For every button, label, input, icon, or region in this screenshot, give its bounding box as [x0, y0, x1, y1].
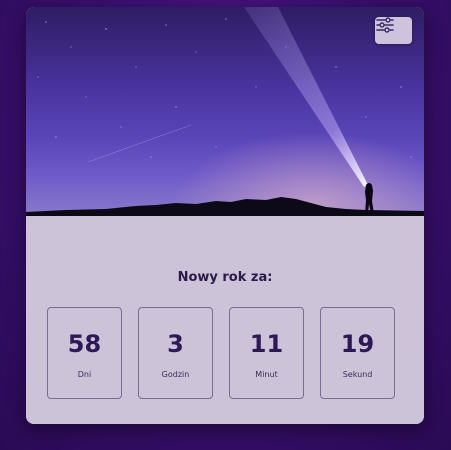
countdown-panel: Nowy rok za: 58 Dni 3 Godzin 11 Minut 19… [26, 216, 424, 424]
countdown-days: 58 Dni [47, 307, 122, 399]
hero-image [26, 7, 424, 216]
hours-value: 3 [167, 330, 184, 358]
countdown-seconds: 19 Sekund [320, 307, 395, 399]
days-label: Dni [77, 370, 92, 379]
night-sky-flashlight-image [26, 7, 424, 216]
countdown-minutes: 11 Minut [229, 307, 304, 399]
countdown-card: Nowy rok za: 58 Dni 3 Godzin 11 Minut 19… [26, 7, 424, 424]
settings-button[interactable] [375, 17, 412, 44]
countdown-hours: 3 Godzin [138, 307, 213, 399]
countdown-title: Nowy rok za: [177, 270, 273, 285]
minutes-value: 11 [249, 330, 284, 358]
seconds-label: Sekund [342, 370, 373, 379]
sliders-icon [376, 17, 394, 33]
minutes-label: Minut [255, 370, 278, 379]
hours-label: Godzin [161, 370, 190, 379]
seconds-value: 19 [340, 330, 375, 358]
days-value: 58 [67, 330, 102, 358]
countdown-boxes: 58 Dni 3 Godzin 11 Minut 19 Sekund [47, 307, 395, 399]
